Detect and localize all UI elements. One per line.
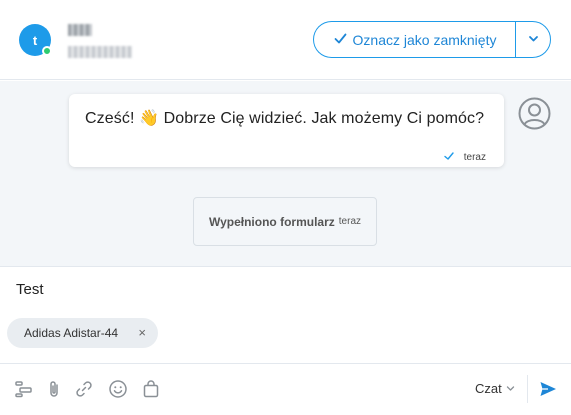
mark-as-closed-label: Oznacz jako zamknięty: [352, 31, 497, 48]
product-chip-label: Adidas Adistar-44: [24, 326, 119, 340]
send-icon[interactable]: [538, 379, 558, 399]
delivered-check-icon: [444, 151, 454, 164]
chat-history[interactable]: Cześć! 👋 Dobrze Cię widzieć. Jak możemy …: [0, 81, 571, 267]
channel-label: Czat: [475, 381, 502, 396]
form-event-time: teraz: [338, 216, 362, 227]
composer-toolbar: Czat: [0, 363, 571, 415]
user-circle-icon: [518, 97, 551, 130]
paperclip-icon[interactable]: [44, 379, 64, 399]
smiley-icon[interactable]: [108, 379, 128, 399]
blurred-contact-name: [68, 24, 92, 36]
link-icon[interactable]: [74, 379, 94, 399]
message-meta: teraz: [444, 151, 486, 164]
chevron-down-icon: [506, 381, 515, 396]
shopping-bag-icon[interactable]: [141, 379, 161, 399]
message-time: teraz: [463, 152, 486, 163]
avatar-letter: t: [32, 32, 38, 48]
form-event-label: Wypełniono formularz: [208, 214, 335, 229]
form-submitted-event[interactable]: Wypełniono formularz teraz: [193, 197, 377, 246]
greeting-message: Cześć! 👋 Dobrze Cię widzieć. Jak możemy …: [85, 110, 485, 127]
toolbar-divider: [527, 375, 528, 403]
product-chip[interactable]: Adidas Adistar-44 ×: [7, 318, 158, 348]
channel-selector[interactable]: Czat: [475, 381, 515, 396]
agent-message-bubble: Cześć! 👋 Dobrze Cię widzieć. Jak możemy …: [69, 94, 504, 167]
blurred-contact-detail: [68, 46, 132, 58]
online-status-indicator: [42, 46, 52, 56]
message-input[interactable]: Test: [16, 281, 44, 298]
mark-as-closed-button[interactable]: Oznacz jako zamknięty: [313, 21, 516, 58]
mark-as-closed-dropdown[interactable]: [515, 21, 551, 58]
conversation-header: t Oznacz jako zamknięty: [0, 0, 571, 80]
check-icon: [334, 32, 347, 48]
remove-chip-icon[interactable]: ×: [138, 325, 146, 341]
template-icon[interactable]: [14, 379, 34, 399]
chevron-down-icon: [528, 31, 539, 49]
